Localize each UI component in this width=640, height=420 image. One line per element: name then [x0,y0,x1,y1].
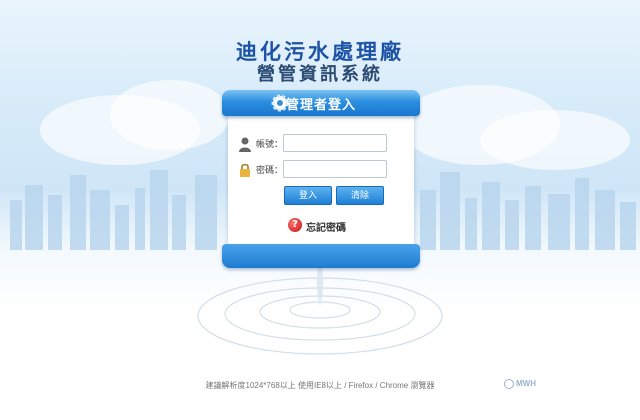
browser-requirement-note: 建議解析度1024*768以上 使用IE8以上 / Firefox / Chro… [205,381,435,390]
account-label: 帳號： [256,139,284,149]
globe-icon [504,379,514,389]
system-title-line2: 營管資訊系統 [257,64,383,85]
brand-name: MWH [516,379,536,389]
brand-logo: MWH [504,379,536,391]
account-input[interactable] [283,134,387,152]
login-card: 管理者登入 帳號： 密碼： 登入 清除 ? 忘記密碼 [222,90,420,268]
user-icon [239,137,251,152]
password-input[interactable] [283,160,387,178]
login-title: 管理者登入 [285,98,356,113]
clear-button[interactable]: 清除 [336,186,384,205]
forgot-password-label: 忘記密碼 [306,223,346,234]
cloud [110,80,230,150]
password-label: 密碼： [256,165,284,175]
login-card-header: 管理者登入 [222,90,420,116]
question-icon: ? [288,218,302,232]
login-button[interactable]: 登入 [284,186,332,205]
login-card-footer [222,244,420,268]
lock-icon [240,163,250,177]
